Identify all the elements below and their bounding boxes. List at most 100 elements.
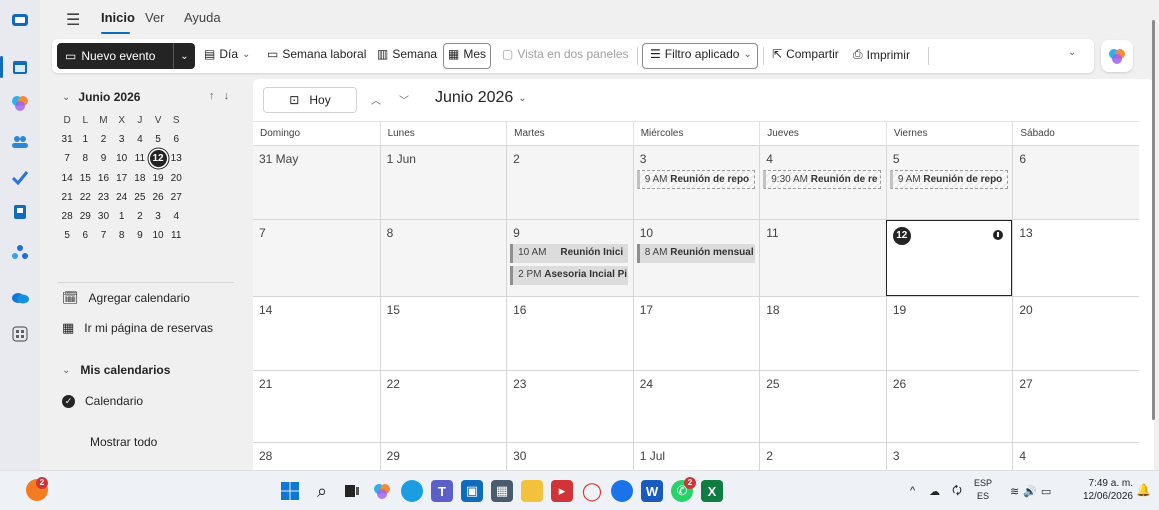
check-circle-icon[interactable]: ✓ — [62, 394, 75, 408]
copilot-app-icon[interactable] — [8, 91, 32, 115]
new-event-button[interactable]: ▭ Nuevo evento ⌄ — [57, 43, 195, 69]
day-cell[interactable]: 3 9 AM Reunión de repo — [632, 146, 760, 219]
mini-day[interactable]: 4 — [167, 208, 185, 225]
mini-day[interactable]: 25 — [131, 189, 149, 206]
mini-day[interactable]: 21 — [58, 189, 76, 206]
menu-inicio[interactable]: Inicio — [101, 10, 135, 25]
mini-day[interactable]: 27 — [167, 189, 185, 206]
mini-calendar-header[interactable]: ⌄ Junio 2026 — [62, 90, 140, 104]
mini-day[interactable]: 8 — [76, 150, 94, 167]
day-cell[interactable]: 1 Jul — [632, 443, 760, 470]
menu-ayuda[interactable]: Ayuda — [184, 10, 221, 25]
day-cell[interactable]: 16 — [506, 297, 633, 370]
mini-day[interactable]: 15 — [76, 170, 94, 187]
mini-day[interactable]: 29 — [76, 208, 94, 225]
mini-day[interactable]: 6 — [76, 227, 94, 244]
day-cell[interactable]: 26 — [885, 371, 1013, 442]
mini-day-today[interactable]: 12 — [149, 150, 167, 168]
onedrive-icon[interactable] — [8, 285, 32, 309]
day-cell[interactable]: 11 — [759, 220, 886, 296]
day-cell[interactable]: 15 — [379, 297, 507, 370]
day-view-button[interactable]: ▤ Día ⌄ — [204, 47, 250, 61]
day-cell[interactable]: 28 — [253, 443, 380, 470]
new-event-dropdown-icon[interactable]: ⌄ — [173, 43, 195, 69]
mini-day[interactable]: 5 — [149, 131, 167, 148]
opera-browser-icon[interactable]: ◯ — [581, 480, 603, 502]
mini-day[interactable]: 13 — [167, 150, 185, 167]
day-cell[interactable]: 4 9:30 AM Reunión de re — [759, 146, 886, 219]
day-cell[interactable]: 31 May — [253, 146, 380, 219]
week-view-button[interactable]: ▥ Semana — [377, 47, 437, 61]
booking-page-link[interactable]: ▦ Ir mi página de reservas — [62, 320, 213, 336]
mini-day[interactable]: 19 — [149, 170, 167, 187]
mini-day[interactable]: 9 — [131, 227, 149, 244]
task-view-icon[interactable] — [341, 480, 363, 502]
calculator-icon[interactable]: ▦ — [491, 480, 513, 502]
people-icon[interactable] — [8, 130, 32, 154]
day-cell[interactable]: 4 — [1012, 443, 1139, 470]
day-cell[interactable]: 3 — [885, 443, 1013, 470]
mini-day[interactable]: 20 — [167, 170, 185, 187]
mini-day[interactable]: 10 — [113, 150, 131, 167]
mini-next-arrow-icon[interactable]: ↓ — [224, 90, 230, 102]
tray-overflow-chevron-icon[interactable]: ^ — [910, 485, 915, 497]
day-cell[interactable]: 17 — [632, 297, 760, 370]
mini-day[interactable]: 23 — [94, 189, 112, 206]
search-icon[interactable]: ⌕ — [311, 480, 333, 502]
day-cell[interactable]: 1 Jun — [379, 146, 507, 219]
chrome-browser-icon[interactable] — [611, 480, 633, 502]
mini-day[interactable]: 7 — [58, 150, 76, 167]
mini-day[interactable]: 6 — [167, 131, 185, 148]
calendar-event[interactable]: 8 AM Reunión mensual — [636, 244, 755, 263]
calendar-event[interactable]: 9:30 AM Reunión de re — [763, 170, 882, 189]
word-icon[interactable]: W — [641, 480, 663, 502]
print-button[interactable]: ⎙ Imprimir — [853, 47, 910, 62]
day-cell[interactable]: 8 — [379, 220, 507, 296]
mini-day[interactable]: 8 — [113, 227, 131, 244]
mini-day[interactable]: 24 — [113, 189, 131, 206]
day-cell[interactable]: 6 — [1012, 146, 1139, 219]
mini-day[interactable]: 22 — [76, 189, 94, 206]
calendar-event[interactable]: 9 AM Reunión de repo — [889, 170, 1008, 189]
my-calendars-header[interactable]: ⌄ Mis calendarios — [62, 363, 170, 377]
month-title-picker[interactable]: Junio 2026 ⌄ — [435, 89, 527, 107]
cloud-icon[interactable]: ☁ — [929, 485, 940, 498]
day-cell[interactable]: 29 — [379, 443, 507, 470]
mini-day[interactable]: 28 — [58, 208, 76, 225]
copilot-button[interactable] — [1101, 40, 1133, 72]
mini-day[interactable]: 3 — [149, 208, 167, 225]
mini-day[interactable]: 4 — [131, 131, 149, 148]
onedrive-tray-icon[interactable]: 🗘 — [952, 482, 962, 501]
outlook-logo-icon[interactable] — [8, 8, 32, 32]
calendar-event[interactable]: 10 AM Reunión Inici — [510, 244, 629, 263]
mini-day[interactable]: 30 — [94, 208, 112, 225]
notifications-icon[interactable]: 🔔 — [1136, 483, 1151, 497]
day-cell[interactable]: 7 — [253, 220, 380, 296]
hamburger-menu-icon[interactable]: ☰ — [66, 10, 80, 30]
day-cell[interactable]: 24 — [632, 371, 760, 442]
windows-start-icon[interactable] — [279, 480, 301, 502]
day-cell[interactable]: 18 — [759, 297, 886, 370]
media-player-icon[interactable]: ▸ — [551, 480, 573, 502]
mini-day[interactable]: 2 — [94, 131, 112, 148]
network-sound-battery[interactable]: ≋ 🔊 ▭ — [1010, 471, 1051, 510]
day-cell[interactable]: 25 — [759, 371, 886, 442]
clock[interactable]: 7:49 a. m. 12/06/2026 — [1083, 477, 1133, 503]
language-indicator[interactable]: ESP ES — [974, 477, 992, 503]
mini-day[interactable]: 17 — [113, 170, 131, 187]
mini-day[interactable]: 2 — [131, 208, 149, 225]
mini-day[interactable]: 26 — [149, 189, 167, 206]
mini-day[interactable]: 11 — [167, 227, 185, 244]
excel-icon[interactable]: X — [701, 480, 723, 502]
split-view-button[interactable]: ▢ Vista en dos paneles — [502, 47, 629, 61]
work-week-view-button[interactable]: ▭ Semana laboral — [267, 47, 366, 61]
calendar-app-icon[interactable] — [8, 55, 32, 79]
day-cell[interactable]: 2 — [759, 443, 886, 470]
ribbon-expand-chevron-icon[interactable]: ⌄ — [1068, 47, 1076, 58]
day-cell[interactable]: 10 8 AM Reunión mensual — [632, 220, 760, 296]
prev-month-arrow-icon[interactable]: ︿ — [371, 92, 381, 107]
org-explorer-icon[interactable] — [8, 200, 32, 224]
menu-ver[interactable]: Ver — [145, 10, 165, 25]
day-cell[interactable]: 23 — [506, 371, 633, 442]
mini-day[interactable]: 1 — [113, 208, 131, 225]
